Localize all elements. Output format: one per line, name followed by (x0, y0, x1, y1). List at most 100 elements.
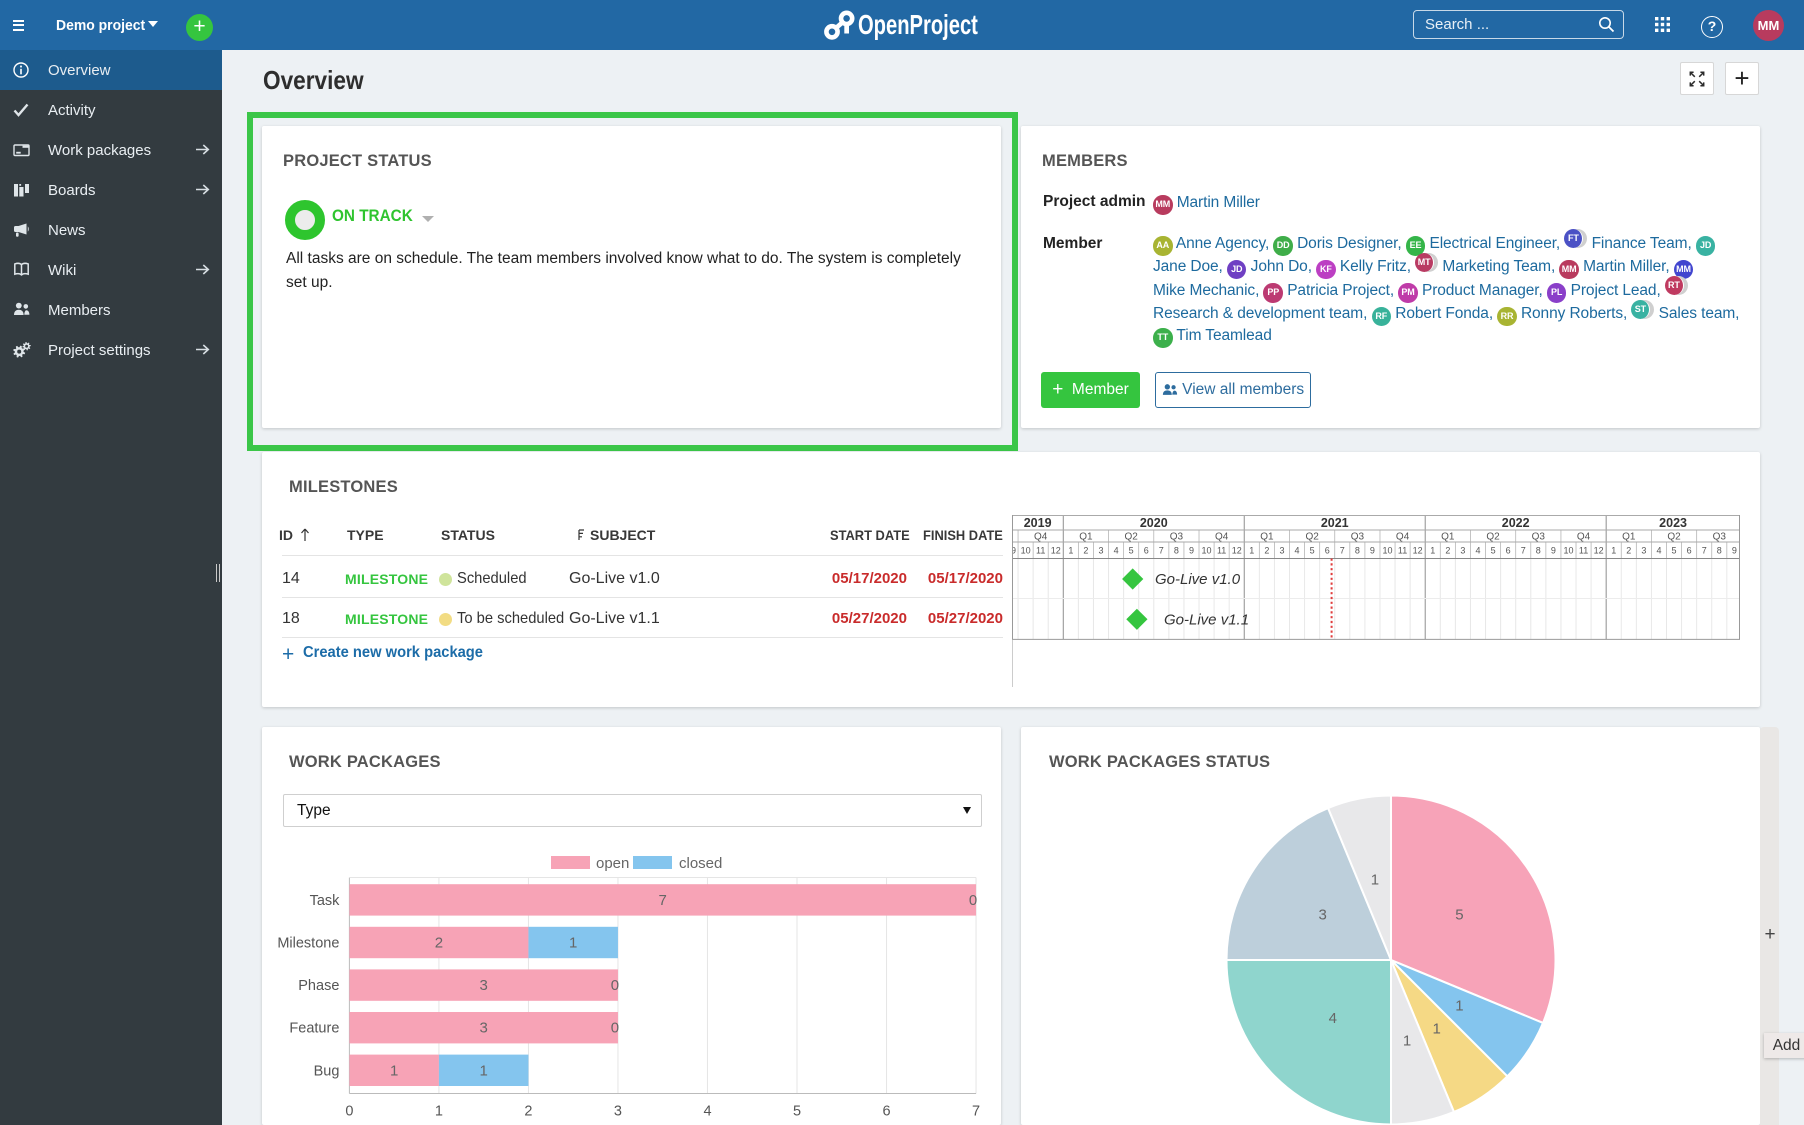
svg-text:7: 7 (972, 1104, 980, 1120)
svg-text:5: 5 (1672, 546, 1677, 556)
svg-text:Go-Live v1.1: Go-Live v1.1 (1164, 611, 1249, 628)
svg-text:9: 9 (1551, 546, 1556, 556)
svg-text:3: 3 (1318, 906, 1326, 923)
svg-text:5: 5 (1310, 546, 1315, 556)
svg-text:Q3: Q3 (1713, 532, 1727, 543)
svg-text:8: 8 (1355, 546, 1360, 556)
svg-text:3: 3 (614, 1104, 622, 1120)
svg-text:8: 8 (1717, 546, 1722, 556)
svg-text:4: 4 (1295, 546, 1300, 556)
svg-text:0: 0 (611, 1020, 619, 1037)
svg-text:2020: 2020 (1140, 516, 1168, 530)
svg-text:Q4: Q4 (1215, 532, 1229, 543)
svg-text:Q2: Q2 (1667, 532, 1681, 543)
svg-text:9: 9 (1189, 546, 1194, 556)
svg-text:1: 1 (1403, 1033, 1411, 1050)
svg-text:Q2: Q2 (1124, 532, 1138, 543)
svg-text:0: 0 (611, 977, 619, 994)
svg-text:1: 1 (435, 1104, 443, 1120)
svg-text:6: 6 (882, 1104, 890, 1120)
svg-text:10: 10 (1021, 546, 1031, 556)
svg-text:10: 10 (1383, 546, 1393, 556)
svg-text:12: 12 (1232, 546, 1242, 556)
svg-text:1: 1 (480, 1062, 488, 1079)
svg-text:9: 9 (1370, 546, 1375, 556)
svg-text:0: 0 (345, 1104, 353, 1120)
svg-text:1: 1 (390, 1062, 398, 1079)
svg-text:Q3: Q3 (1170, 532, 1184, 543)
svg-text:6: 6 (1144, 546, 1149, 556)
svg-text:10: 10 (1563, 546, 1573, 556)
svg-text:11: 11 (1398, 546, 1407, 556)
svg-text:8: 8 (1174, 546, 1179, 556)
svg-text:4: 4 (1114, 546, 1119, 556)
svg-text:2019: 2019 (1024, 516, 1052, 530)
svg-text:7: 7 (1340, 546, 1345, 556)
svg-text:Go-Live v1.0: Go-Live v1.0 (1155, 571, 1241, 588)
svg-text:Q1: Q1 (1260, 532, 1274, 543)
svg-text:Phase: Phase (298, 978, 339, 994)
svg-text:2022: 2022 (1502, 516, 1530, 530)
svg-text:Q2: Q2 (1486, 532, 1500, 543)
svg-text:6: 6 (1325, 546, 1330, 556)
svg-text:12: 12 (1051, 546, 1061, 556)
svg-text:3: 3 (480, 977, 488, 994)
svg-text:2023: 2023 (1659, 516, 1687, 530)
svg-text:5: 5 (793, 1104, 801, 1120)
svg-text:3: 3 (1279, 546, 1284, 556)
svg-text:3: 3 (1460, 546, 1465, 556)
svg-text:3: 3 (1098, 546, 1103, 556)
svg-text:0: 0 (969, 892, 977, 909)
svg-text:Q3: Q3 (1532, 532, 1546, 543)
svg-text:2: 2 (524, 1104, 532, 1120)
svg-text:11: 11 (1217, 546, 1226, 556)
svg-text:8: 8 (1536, 546, 1541, 556)
svg-text:4: 4 (1329, 1010, 1337, 1027)
svg-text:1: 1 (569, 935, 577, 952)
svg-text:Q4: Q4 (1034, 532, 1048, 543)
svg-text:2: 2 (1445, 546, 1450, 556)
svg-text:Q4: Q4 (1396, 532, 1410, 543)
svg-text:5: 5 (1491, 546, 1496, 556)
svg-text:10: 10 (1202, 546, 1212, 556)
svg-text:11: 11 (1036, 546, 1045, 556)
svg-text:Milestone: Milestone (277, 936, 339, 952)
svg-text:4: 4 (1475, 546, 1480, 556)
svg-text:2: 2 (1083, 546, 1088, 556)
svg-text:Feature: Feature (289, 1021, 339, 1037)
svg-text:7: 7 (1521, 546, 1526, 556)
svg-text:2: 2 (435, 935, 443, 952)
svg-text:Bug: Bug (314, 1063, 340, 1079)
svg-text:5: 5 (1455, 906, 1463, 923)
svg-text:Q1: Q1 (1622, 532, 1636, 543)
svg-text:1: 1 (1455, 998, 1463, 1015)
svg-text:Q1: Q1 (1441, 532, 1455, 543)
svg-text:1: 1 (1611, 546, 1616, 556)
svg-text:2021: 2021 (1321, 516, 1349, 530)
svg-text:6: 6 (1506, 546, 1511, 556)
svg-text:1: 1 (1249, 546, 1254, 556)
svg-text:12: 12 (1594, 546, 1604, 556)
svg-text:7: 7 (1159, 546, 1164, 556)
svg-text:12: 12 (1413, 546, 1423, 556)
svg-text:4: 4 (703, 1104, 711, 1120)
svg-text:11: 11 (1579, 546, 1588, 556)
svg-text:Q2: Q2 (1305, 532, 1319, 543)
svg-text:3: 3 (480, 1020, 488, 1037)
svg-text:Q1: Q1 (1079, 532, 1093, 543)
svg-text:Task: Task (310, 893, 341, 909)
svg-text:3: 3 (1641, 546, 1646, 556)
svg-text:2: 2 (1626, 546, 1631, 556)
svg-text:2: 2 (1264, 546, 1269, 556)
svg-text:Q3: Q3 (1351, 532, 1365, 543)
svg-text:1: 1 (1068, 546, 1073, 556)
svg-text:4: 4 (1656, 546, 1661, 556)
svg-text:6: 6 (1687, 546, 1692, 556)
svg-text:5: 5 (1129, 546, 1134, 556)
svg-text:Q4: Q4 (1577, 532, 1591, 543)
svg-text:1: 1 (1371, 871, 1379, 888)
svg-text:7: 7 (659, 892, 667, 909)
svg-text:1: 1 (1433, 1020, 1441, 1037)
svg-text:7: 7 (1702, 546, 1707, 556)
svg-text:1: 1 (1430, 546, 1435, 556)
